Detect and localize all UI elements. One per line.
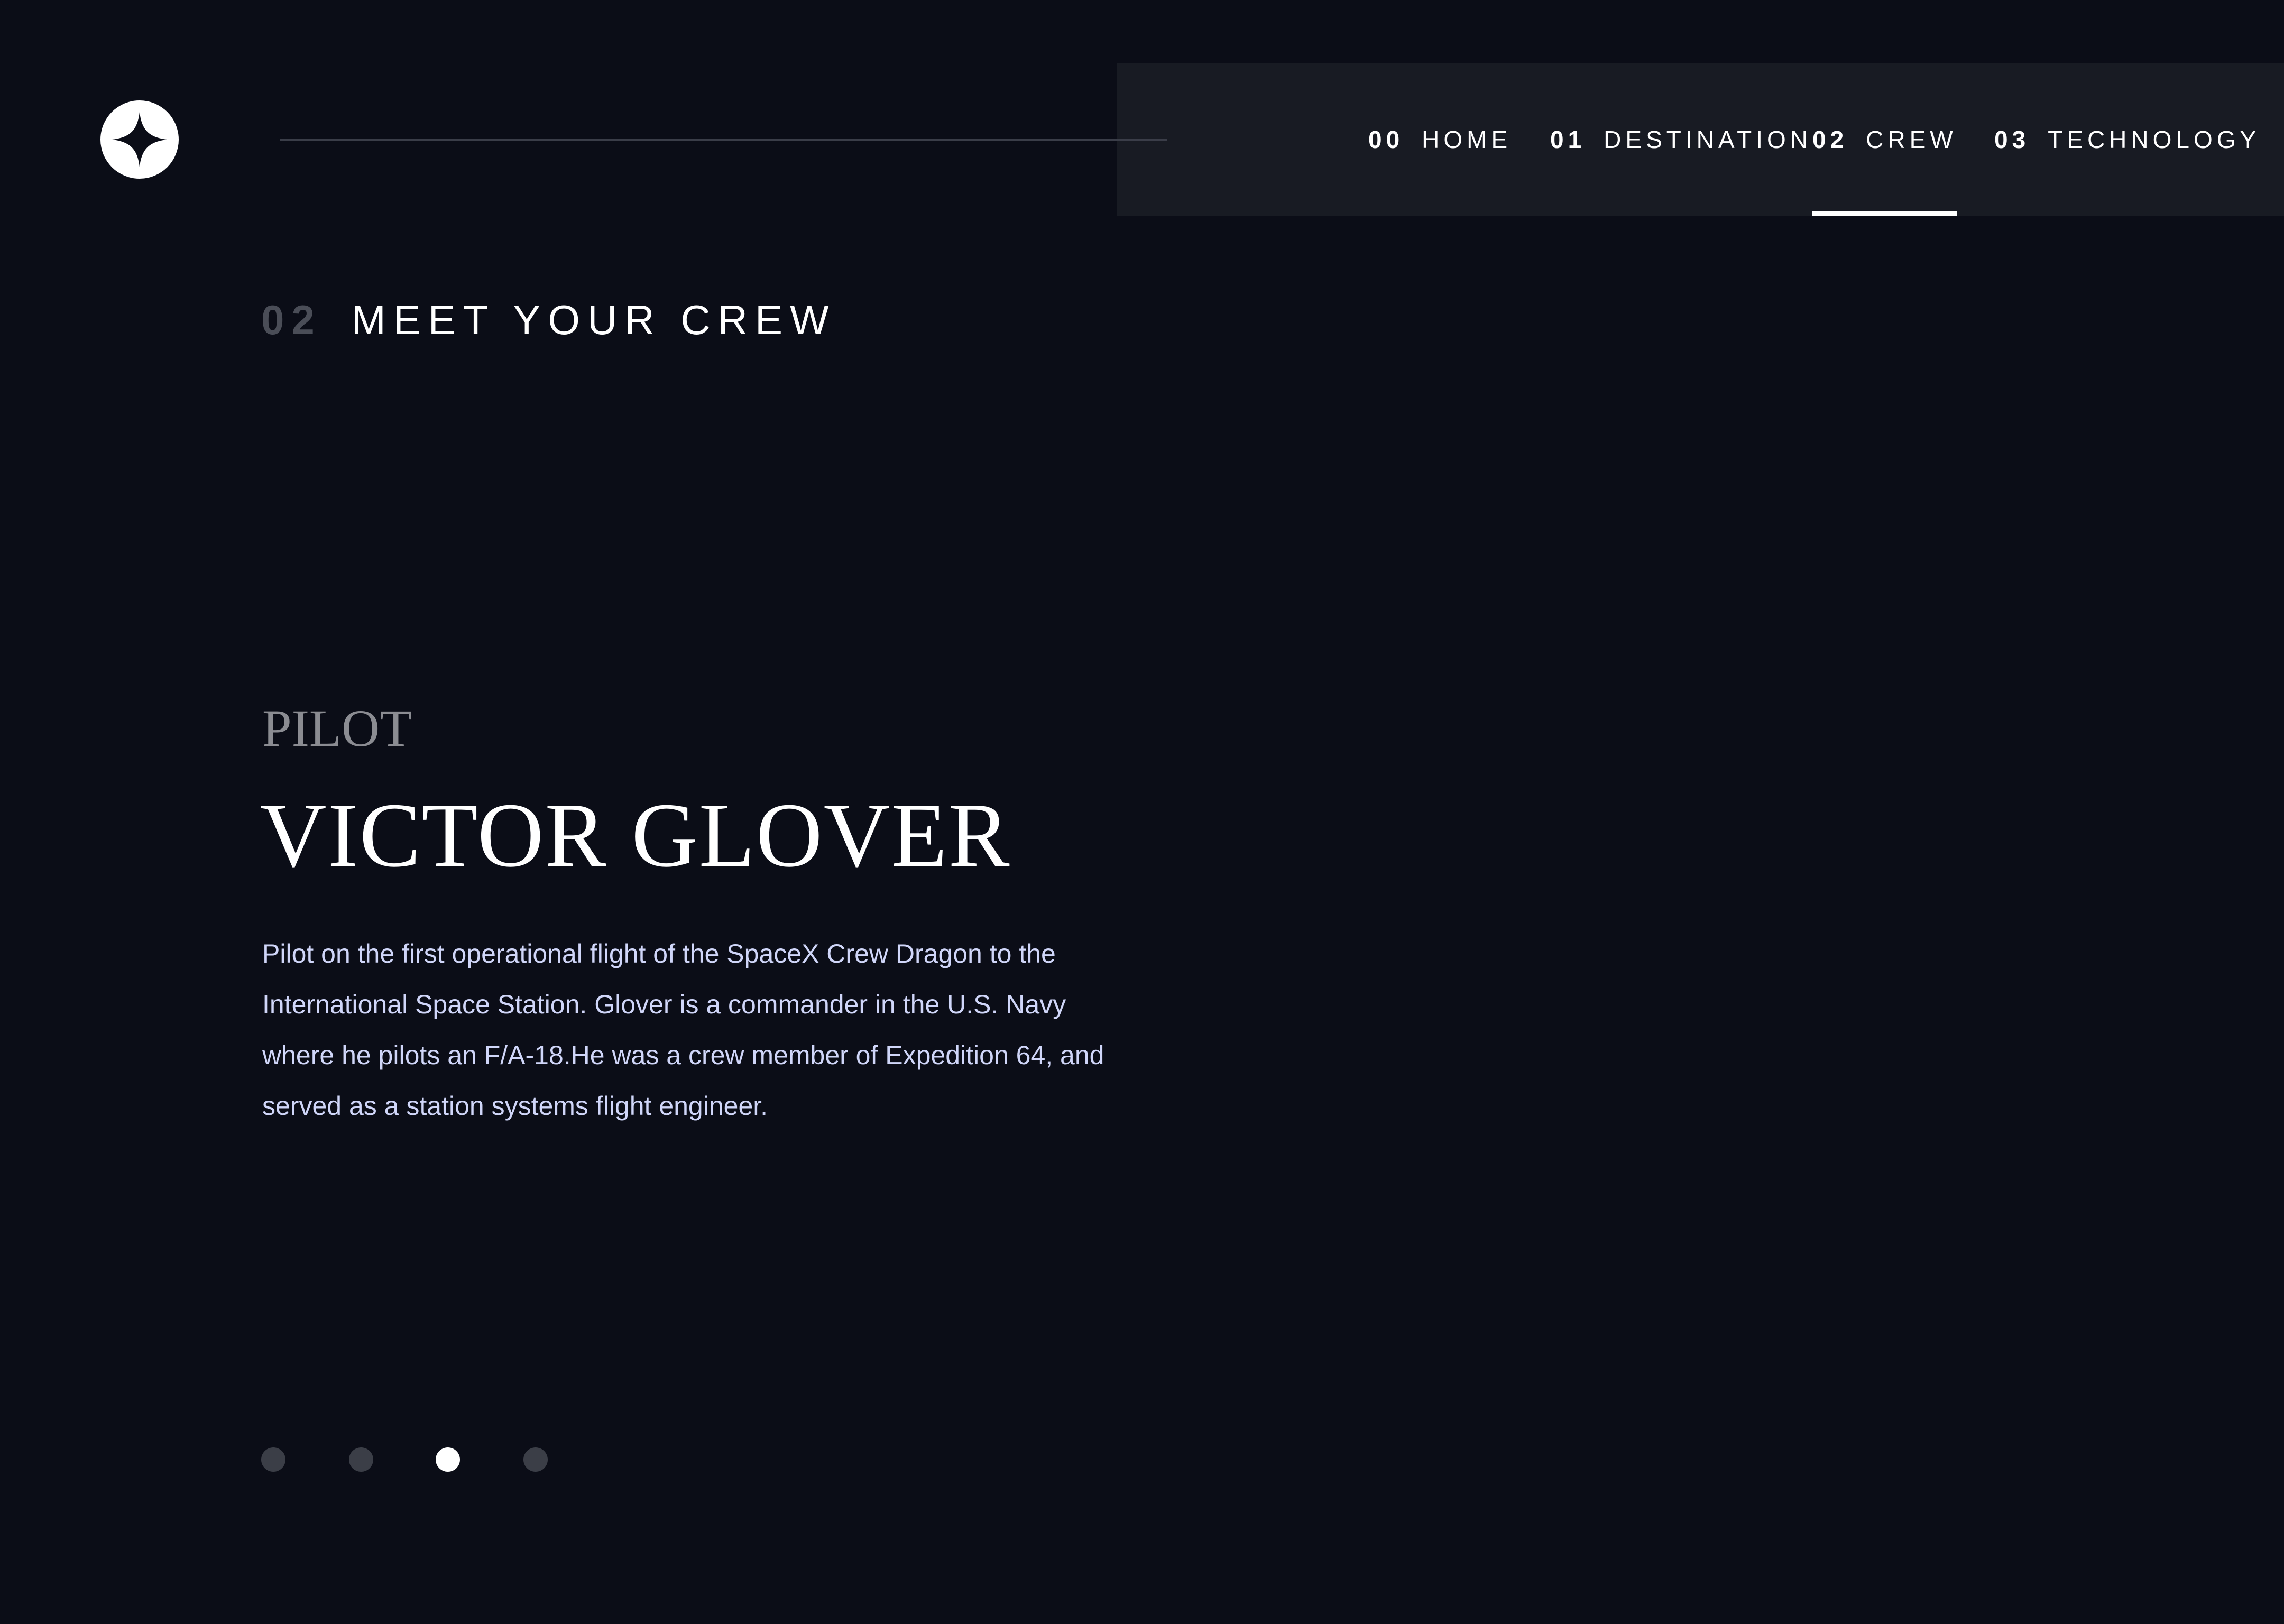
- nav-item-label: HOME: [1422, 126, 1512, 153]
- carousel-dot[interactable]: [349, 1447, 373, 1472]
- nav-item-number: 02: [1812, 126, 1848, 153]
- carousel-dot[interactable]: [436, 1447, 460, 1472]
- nav-item-number: 00: [1368, 126, 1404, 153]
- star-logo-icon[interactable]: [100, 100, 179, 179]
- nav-item-number: 03: [1994, 126, 2030, 153]
- carousel-dot[interactable]: [261, 1447, 286, 1472]
- page-title-text: MEET YOUR CREW: [351, 297, 836, 343]
- page-title-number: 02: [261, 297, 322, 343]
- nav-item-crew[interactable]: 02 CREW: [1812, 63, 1957, 216]
- nav-item-label: TECHNOLOGY: [2048, 126, 2261, 153]
- nav-item-label: CREW: [1866, 126, 1957, 153]
- nav-item-number: 01: [1550, 126, 1586, 153]
- main-nav: 00 HOME 01 DESTINATION 02 CREW 03 TECHNO…: [1117, 63, 2284, 216]
- nav-item-home[interactable]: 00 HOME: [1368, 63, 1512, 216]
- crew-name: VICTOR GLOVER: [260, 784, 1011, 886]
- nav-item-destination[interactable]: 01 DESTINATION: [1550, 63, 1812, 216]
- crew-bio: Pilot on the first operational flight of…: [262, 939, 1104, 1121]
- crew-role: PILOT: [262, 699, 412, 758]
- header-divider: [280, 139, 1167, 141]
- page-title: 02 MEET YOUR CREW: [261, 296, 836, 344]
- nav-item-technology[interactable]: 03 TECHNOLOGY: [1994, 63, 2260, 216]
- nav-item-label: DESTINATION: [1604, 126, 1812, 153]
- carousel-dot[interactable]: [523, 1447, 548, 1472]
